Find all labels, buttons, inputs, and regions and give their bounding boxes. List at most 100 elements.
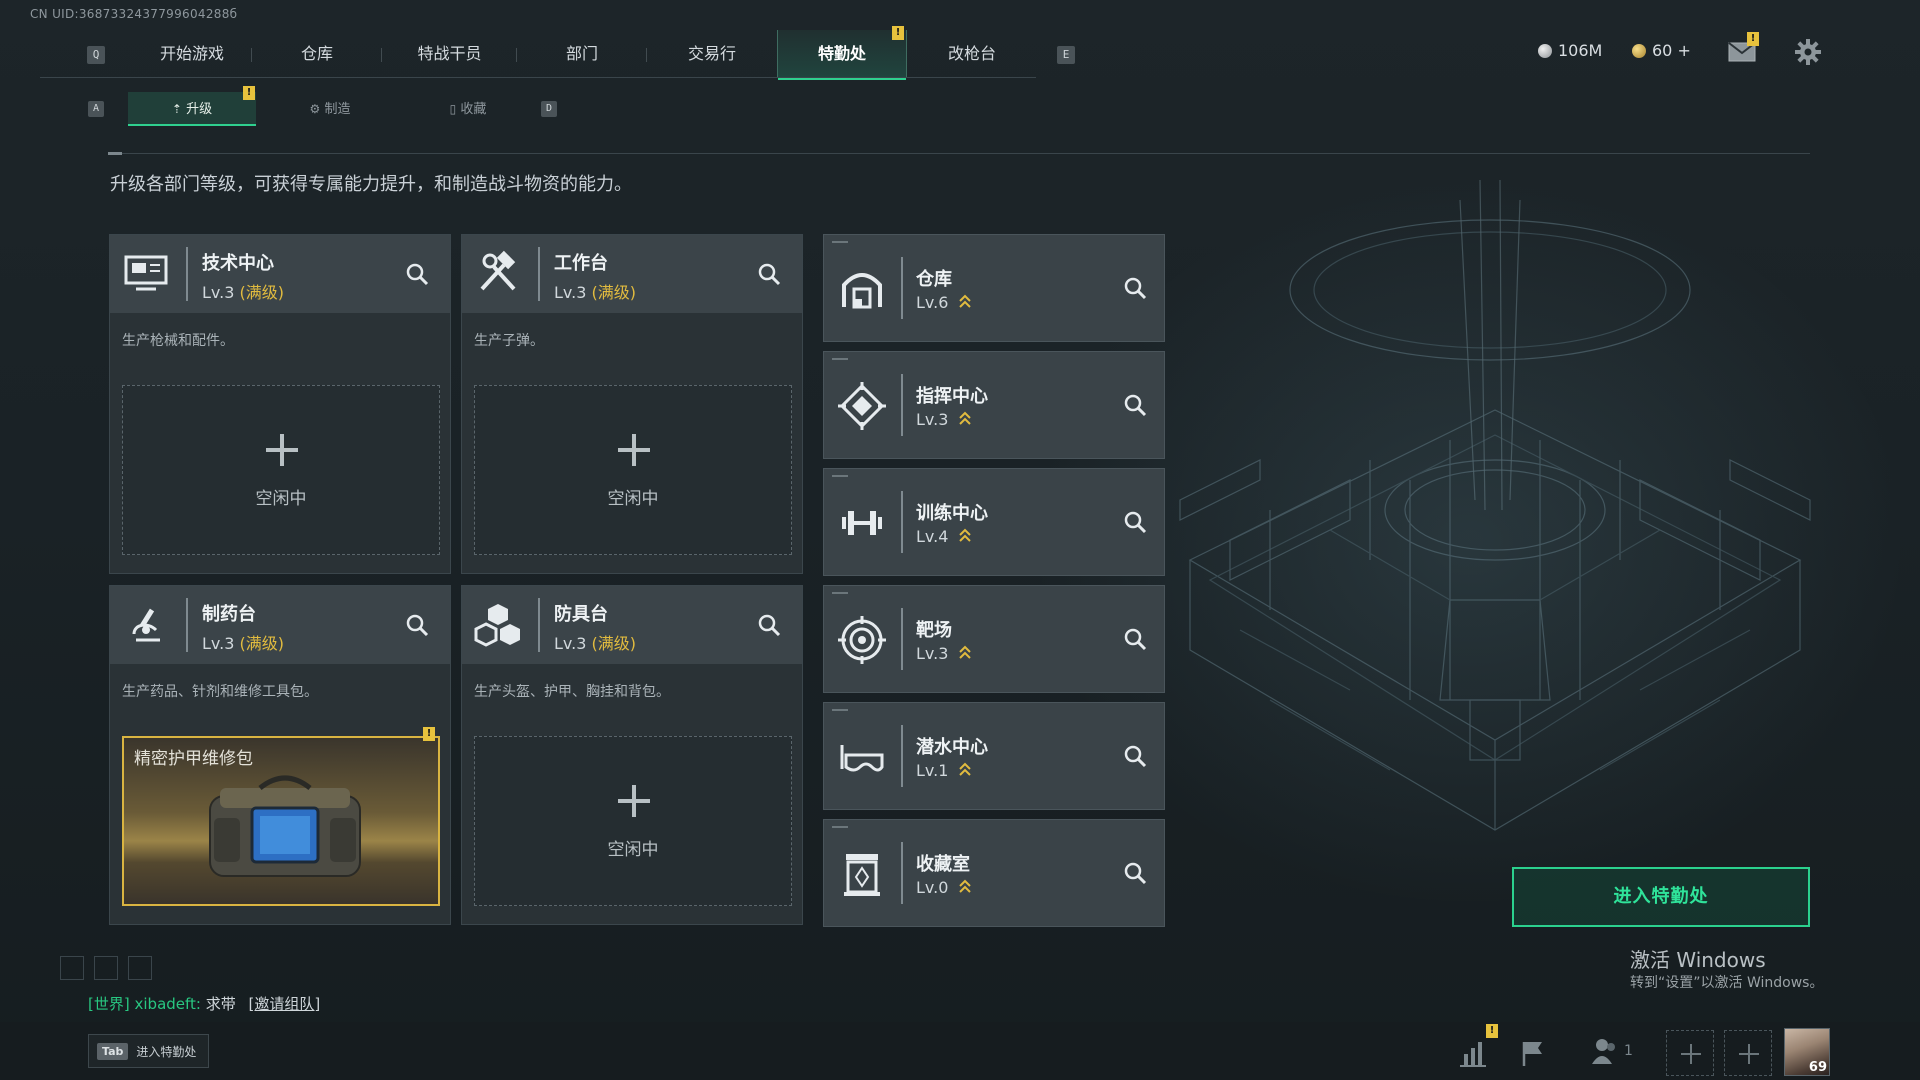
search-icon[interactable]	[1120, 273, 1150, 303]
silver-currency[interactable]: 106M	[1538, 41, 1602, 60]
department-name: 指挥中心	[916, 386, 988, 407]
page-description: 升级各部门等级，可获得专属能力提升，和制造战斗物资的能力。	[110, 174, 632, 195]
tab-warehouse[interactable]: 仓库	[252, 30, 382, 78]
card-level: Lv.3 (满级)	[202, 283, 284, 302]
item-name: 精密护甲维修包	[134, 749, 253, 769]
tab-label: 部门	[565, 44, 598, 63]
subtab-upgrade[interactable]: ⇡ 升级	[128, 92, 256, 126]
stats-icon[interactable]	[1456, 1036, 1490, 1070]
chat-tool-icon[interactable]	[60, 956, 84, 980]
gold-coin-icon	[1632, 43, 1646, 58]
tab-key: Tab	[97, 1042, 129, 1060]
enter-special-ops-button[interactable]: 进入特勤处	[1512, 867, 1810, 927]
invite-team-link[interactable]: [邀请组队]	[249, 995, 321, 1013]
add-teammate-slot[interactable]	[1724, 1030, 1772, 1076]
tab-start-game[interactable]: 开始游戏	[132, 30, 252, 78]
avatar-level: 69	[1808, 1060, 1827, 1075]
plus-icon	[618, 434, 650, 466]
department-name: 潜水中心	[916, 737, 988, 758]
production-slot-empty[interactable]: 空闲中	[474, 736, 792, 906]
production-card-tech-center: 技术中心 Lv.3 (满级) 生产枪械和配件。 空闲中	[109, 234, 451, 574]
chat-user[interactable]: xibadeft:	[135, 995, 201, 1013]
department-diving-center[interactable]: 潜水中心 Lv.1	[823, 702, 1165, 810]
cubes-icon	[474, 604, 520, 647]
search-icon[interactable]	[1120, 624, 1150, 654]
silver-coin-icon	[1538, 43, 1552, 58]
subtab-label: 收藏	[460, 102, 487, 117]
card-description: 生产头盔、护甲、胸挂和背包。	[474, 684, 670, 700]
production-slot-empty[interactable]: 空闲中	[122, 385, 440, 555]
avatar[interactable]: 69	[1784, 1028, 1830, 1076]
tab-trading[interactable]: 交易行	[647, 30, 777, 78]
subtab-label: 制造	[324, 102, 351, 117]
prev-tab-key-hint[interactable]: Q	[87, 46, 105, 64]
silver-amount: 106M	[1558, 41, 1603, 60]
windows-activation-hint: 转到“设置”以激活 Windows。	[1630, 975, 1824, 991]
gear-icon[interactable]	[1795, 39, 1821, 65]
production-slot-item[interactable]: 精密护甲维修包	[122, 736, 440, 906]
chat-channel: [世界]	[88, 995, 130, 1013]
search-icon[interactable]	[402, 610, 432, 640]
slot-status: 空闲中	[607, 489, 659, 509]
department-collection-room[interactable]: 收藏室 Lv.0	[823, 819, 1165, 927]
department-level: Lv.6	[916, 293, 949, 312]
subtab-craft[interactable]: ⚙ 制造	[266, 92, 394, 126]
department-command-center[interactable]: 指挥中心 Lv.3	[823, 351, 1165, 459]
subtab-collection[interactable]: ▯ 收藏	[404, 92, 532, 126]
tab-hint-button[interactable]: Tab 进入特勤处	[88, 1034, 210, 1068]
tab-label: 特战干员	[417, 44, 482, 63]
card-header: 制药台 Lv.3 (满级)	[110, 586, 450, 664]
production-card-workbench: 工作台 Lv.3 (满级) 生产子弹。 空闲中	[461, 234, 803, 574]
base-blueprint-illustration	[1179, 180, 1811, 831]
search-icon[interactable]	[1120, 390, 1150, 420]
next-subtab-key-hint[interactable]: D	[541, 101, 557, 117]
department-name: 训练中心	[916, 503, 988, 524]
warehouse-icon	[842, 273, 882, 309]
chat-tool-icon[interactable]	[128, 956, 152, 980]
collection-icon: ▯	[449, 102, 457, 116]
friends-count: 1	[1624, 1043, 1633, 1059]
add-teammate-slot[interactable]	[1666, 1030, 1714, 1076]
flag-icon[interactable]	[1516, 1036, 1550, 1070]
chat-message: [世界] xibadeft: 求带 [邀请组队]	[88, 993, 320, 1014]
card-title: 制药台	[202, 604, 256, 625]
department-training-center[interactable]: 训练中心 Lv.4	[823, 468, 1165, 576]
card-title: 技术中心	[202, 253, 274, 274]
search-icon[interactable]	[1120, 858, 1150, 888]
player-uid: CN UID:3687332437799604288б	[30, 7, 238, 21]
card-header: 防具台 Lv.3 (满级)	[462, 586, 802, 664]
search-icon[interactable]	[402, 259, 432, 289]
production-card-armor-bench: 防具台 Lv.3 (满级) 生产头盔、护甲、胸挂和背包。 空闲中	[461, 585, 803, 925]
slot-status: 空闲中	[255, 489, 307, 509]
prev-subtab-key-hint[interactable]: A	[88, 101, 104, 117]
department-level: Lv.3	[916, 644, 949, 663]
stats-alert-badge: !	[1486, 1024, 1498, 1038]
craft-icon: ⚙	[309, 102, 321, 116]
computer-icon	[124, 255, 168, 291]
production-slot-empty[interactable]: 空闲中	[474, 385, 792, 555]
tab-gunsmith[interactable]: 改枪台	[907, 30, 1037, 78]
card-header: 技术中心 Lv.3 (满级)	[110, 235, 450, 313]
card-title: 工作台	[554, 253, 608, 274]
card-description: 生产枪械和配件。	[122, 333, 234, 349]
gold-currency[interactable]: 60 +	[1632, 41, 1691, 60]
tab-operators[interactable]: 特战干员	[382, 30, 517, 78]
subtab-upgrade-alert-badge: !	[243, 86, 255, 100]
tab-department[interactable]: 部门	[517, 30, 647, 78]
friends-button[interactable]: 1	[1590, 1036, 1633, 1066]
search-icon[interactable]	[1120, 507, 1150, 537]
search-icon[interactable]	[754, 259, 784, 289]
tab-label: 改枪台	[947, 44, 996, 63]
department-warehouse[interactable]: 仓库 Lv.6	[823, 234, 1165, 342]
upgrade-arrow-icon	[959, 294, 971, 308]
upgrade-arrow-icon	[959, 762, 971, 776]
department-level: Lv.4	[916, 527, 949, 546]
card-header: 工作台 Lv.3 (满级)	[462, 235, 802, 313]
tab-special-ops[interactable]: 特勤处	[777, 30, 907, 80]
search-icon[interactable]	[754, 610, 784, 640]
next-tab-key-hint[interactable]: E	[1057, 46, 1075, 64]
department-shooting-range[interactable]: 靶场 Lv.3	[823, 585, 1165, 693]
search-icon[interactable]	[1120, 741, 1150, 771]
chat-tool-icon[interactable]	[94, 956, 118, 980]
department-name: 靶场	[916, 620, 952, 641]
